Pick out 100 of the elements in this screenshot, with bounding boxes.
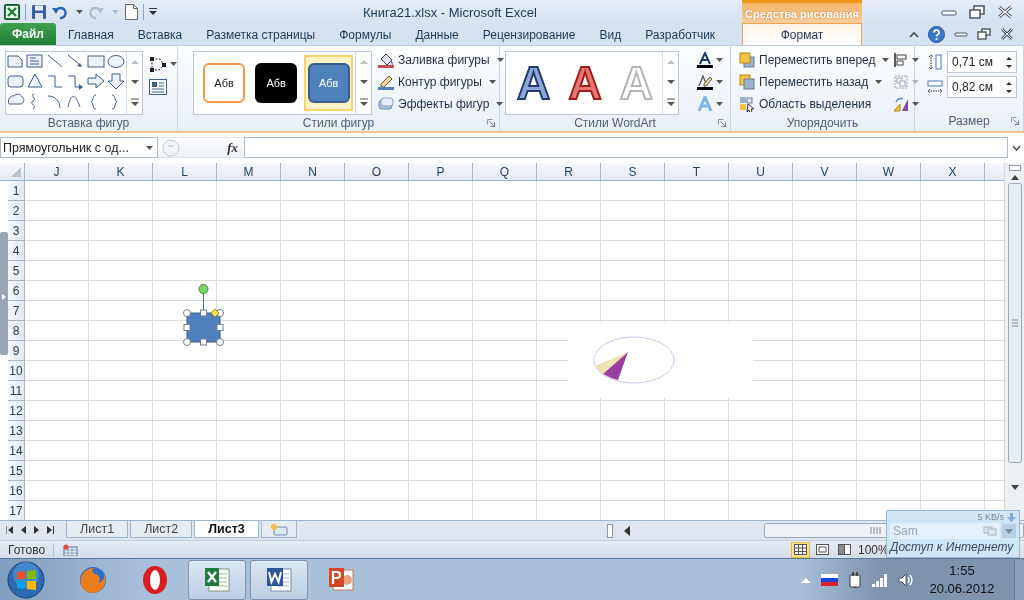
normal-view-button[interactable] xyxy=(791,541,810,558)
row-header[interactable]: 9 xyxy=(8,341,25,361)
restore-workbook-button[interactable] xyxy=(977,28,991,40)
column-header[interactable]: K xyxy=(89,163,153,180)
power-plug-icon[interactable] xyxy=(848,571,862,588)
row-header[interactable]: 4 xyxy=(8,241,25,261)
page-layout-view-button[interactable] xyxy=(813,541,832,558)
text-fill-icon[interactable] xyxy=(697,52,713,68)
ribbon-tab[interactable]: Главная xyxy=(56,24,126,45)
formula-input-field[interactable] xyxy=(244,137,1008,158)
column-header[interactable]: L xyxy=(153,163,217,180)
collapse-ribbon-icon[interactable] xyxy=(909,30,919,38)
record-macro-icon[interactable] xyxy=(62,543,79,556)
spreadsheet-taskbar-button[interactable] xyxy=(188,559,246,600)
side-panel-handle[interactable] xyxy=(0,232,8,355)
row-header[interactable]: 1 xyxy=(8,181,25,201)
spinner-icon[interactable] xyxy=(1005,55,1013,69)
column-header[interactable]: P xyxy=(409,163,473,180)
row-header[interactable]: 14 xyxy=(8,441,25,461)
volume-icon[interactable] xyxy=(898,572,914,587)
selected-rectangle-shape[interactable] xyxy=(180,283,227,347)
row-header[interactable]: 16 xyxy=(8,481,25,501)
scroll-left-button[interactable] xyxy=(623,525,631,536)
column-header[interactable]: V xyxy=(793,163,857,180)
close-workbook-button[interactable] xyxy=(1000,28,1014,40)
column-header[interactable]: W xyxy=(857,163,921,180)
sheet-tab[interactable]: Лист2 xyxy=(130,521,193,538)
new-document-icon[interactable] xyxy=(124,4,138,20)
resize-handle-icon[interactable] xyxy=(162,138,180,157)
column-header[interactable]: Q xyxy=(473,163,537,180)
ribbon-tab[interactable]: Формулы xyxy=(327,24,404,45)
row-header[interactable]: 8 xyxy=(8,321,25,341)
height-field[interactable]: 0,71 см xyxy=(947,51,1017,73)
split-box-icon[interactable] xyxy=(607,523,613,538)
customize-menu-icon[interactable] xyxy=(149,8,157,16)
column-header[interactable]: M xyxy=(217,163,281,180)
width-field[interactable]: 0,82 см xyxy=(947,76,1017,98)
dialog-launcher-icon[interactable] xyxy=(487,119,495,127)
next-sheet-button[interactable] xyxy=(34,526,39,534)
sheet-tab[interactable]: Лист1 xyxy=(66,521,129,538)
signal-icon[interactable] xyxy=(872,572,888,587)
ribbon-tab[interactable]: Разметка страницы xyxy=(194,24,328,45)
command-button[interactable]: Область выделения xyxy=(759,97,872,111)
command-button[interactable]: Переместить вперед xyxy=(759,53,876,67)
column-header[interactable]: R xyxy=(537,163,601,180)
row-header[interactable]: 12 xyxy=(8,401,25,421)
command-button[interactable]: Контур фигуры xyxy=(398,75,482,89)
close-button[interactable] xyxy=(996,5,1014,19)
dialog-launcher-icon[interactable] xyxy=(718,119,726,127)
column-header[interactable]: T xyxy=(665,163,729,180)
ribbon-tab[interactable]: Вставка xyxy=(125,24,195,45)
start-button[interactable] xyxy=(6,559,46,600)
rotate-icon[interactable] xyxy=(893,96,910,112)
align-icon[interactable] xyxy=(893,52,910,68)
restore-button[interactable] xyxy=(968,5,986,19)
column-header[interactable]: N xyxy=(281,163,345,180)
column-header[interactable]: S xyxy=(601,163,665,180)
text-box-icon[interactable] xyxy=(149,79,167,95)
name-box[interactable]: Прямоугольник с од... xyxy=(0,137,158,158)
text-outline-icon[interactable] xyxy=(697,74,713,90)
row-header[interactable]: 11 xyxy=(8,381,25,401)
column-header[interactable]: U xyxy=(729,163,793,180)
row-header[interactable]: 7 xyxy=(8,301,25,321)
shape-style-preset[interactable]: Абв xyxy=(304,55,353,111)
save-icon[interactable] xyxy=(31,4,47,20)
edit-shape-icon[interactable] xyxy=(149,56,167,72)
page-break-view-button[interactable] xyxy=(835,541,854,558)
shape-style-preset[interactable]: Абв xyxy=(252,55,301,111)
row-header[interactable]: 10 xyxy=(8,361,25,381)
ribbon-tab[interactable]: Данные xyxy=(403,24,471,45)
ribbon-tab[interactable]: Вид xyxy=(587,24,634,45)
row-header[interactable]: 6 xyxy=(8,281,25,301)
first-sheet-button[interactable] xyxy=(6,526,13,534)
command-button[interactable]: Переместить назад xyxy=(759,75,869,89)
previous-sheet-button[interactable] xyxy=(21,526,26,534)
sheet-tab[interactable]: Лист3 xyxy=(194,521,259,538)
file-tab[interactable]: Файл xyxy=(0,23,56,45)
insert-function-button[interactable]: fx xyxy=(227,139,238,156)
language-flag-icon[interactable] xyxy=(821,573,838,586)
caret-icon[interactable] xyxy=(146,145,153,150)
dialog-launcher-icon[interactable] xyxy=(1011,117,1019,125)
row-header[interactable]: 17 xyxy=(8,501,25,520)
column-header[interactable]: O xyxy=(345,163,409,180)
expand-formula-bar-icon[interactable] xyxy=(1011,144,1021,151)
ribbon-tab[interactable]: Разработчик xyxy=(633,24,728,45)
scroll-down-button[interactable] xyxy=(1009,484,1020,492)
column-header[interactable]: J xyxy=(25,163,89,180)
command-button[interactable]: Заливка фигуры xyxy=(398,53,490,67)
shapes-gallery[interactable] xyxy=(5,51,143,115)
shape-styles-gallery[interactable]: Абв Абв Абв xyxy=(193,51,372,115)
column-header[interactable]: X xyxy=(921,163,985,180)
undo-icon[interactable] xyxy=(52,4,68,20)
row-header[interactable]: 13 xyxy=(8,421,25,441)
row-header[interactable]: 3 xyxy=(8,221,25,241)
help-icon[interactable] xyxy=(928,25,945,43)
ribbon-tab[interactable]: Рецензирование xyxy=(470,24,588,45)
vertical-scroll-thumb[interactable] xyxy=(1007,183,1022,463)
scroll-up-button[interactable] xyxy=(1009,173,1020,181)
command-button[interactable]: Эффекты фигур xyxy=(398,97,490,111)
shape-style-preset[interactable]: Абв xyxy=(200,55,249,111)
